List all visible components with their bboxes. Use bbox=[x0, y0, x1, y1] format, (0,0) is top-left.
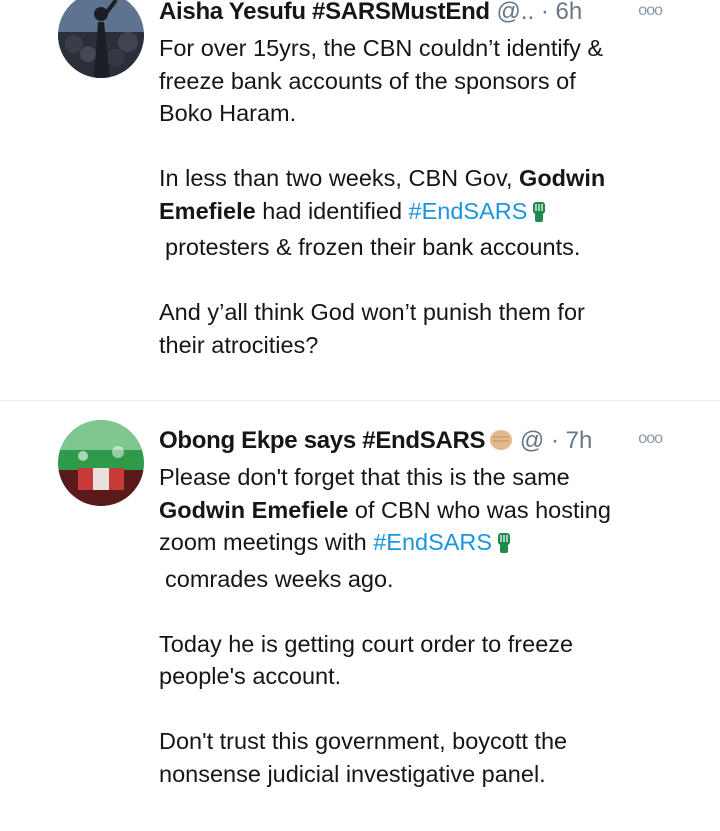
mention-bold: Godwin Emefiele bbox=[159, 496, 349, 523]
raised-fist-green-icon bbox=[496, 530, 512, 563]
raised-fist-green-icon bbox=[531, 199, 547, 232]
text-line: protesters & frozen their bank accounts. bbox=[165, 234, 581, 260]
tweet-divider bbox=[0, 400, 720, 401]
mention-bold: Emefiele bbox=[159, 197, 256, 224]
text-line: For over 15yrs, the CBN couldn’t identif… bbox=[159, 35, 604, 61]
author-handle[interactable]: @ bbox=[520, 427, 544, 454]
raised-fist-tan-icon bbox=[489, 428, 513, 460]
text-line: Please don't forget that this is the sam… bbox=[159, 464, 570, 490]
text-line: Today he is getting court order to freez… bbox=[159, 630, 574, 657]
more-options-icon[interactable]: ooo bbox=[638, 2, 663, 20]
author-name[interactable]: Obong Ekpe says #EndSARS bbox=[159, 427, 486, 454]
tweet-2-header: Obong Ekpe says #EndSARS @ · 7h bbox=[159, 426, 592, 456]
avatar-obong[interactable] bbox=[58, 420, 144, 506]
mention-bold: Godwin bbox=[519, 165, 606, 191]
text-line: their atrocities? bbox=[159, 331, 319, 358]
text-line: Boko Haram. bbox=[159, 100, 297, 126]
tweet-1-header: Aisha Yesufu #SARSMustEnd @.. · 6h bbox=[159, 0, 582, 27]
more-options-icon[interactable]: ooo bbox=[638, 430, 663, 448]
text-line: Don't trust this government, boycott the bbox=[159, 728, 568, 754]
text-line: nonsense judicial investigative panel. bbox=[159, 760, 546, 787]
text-line: And y’all think God won’t punish them fo… bbox=[159, 299, 585, 325]
tweet-1-text: For over 15yrs, the CBN couldn’t identif… bbox=[159, 32, 669, 361]
avatar-aisha[interactable] bbox=[58, 0, 144, 78]
text-line: freeze bank accounts of the sponsors of bbox=[159, 67, 576, 94]
text-line: Godwin Emefiele of CBN who was hosting bbox=[159, 496, 611, 523]
text-line: Emefiele had identified #EndSARS bbox=[159, 195, 669, 232]
tweet-time[interactable]: · 7h bbox=[551, 427, 592, 454]
hashtag-link[interactable]: #EndSARS bbox=[409, 198, 528, 224]
text-line: comrades weeks ago. bbox=[165, 565, 394, 592]
text-line: people's account. bbox=[159, 663, 342, 689]
text-line: zoom meetings with #EndSARS bbox=[159, 526, 669, 563]
author-name[interactable]: Aisha Yesufu #SARSMustEnd bbox=[159, 0, 490, 25]
tweet-2-text: Please don't forget that this is the sam… bbox=[159, 461, 669, 790]
tweet-time[interactable]: · 6h bbox=[541, 0, 582, 25]
hashtag-link[interactable]: #EndSARS bbox=[373, 529, 492, 555]
text-line: In less than two weeks, CBN Gov, Godwin bbox=[159, 165, 606, 191]
author-handle[interactable]: @.. bbox=[496, 0, 534, 25]
